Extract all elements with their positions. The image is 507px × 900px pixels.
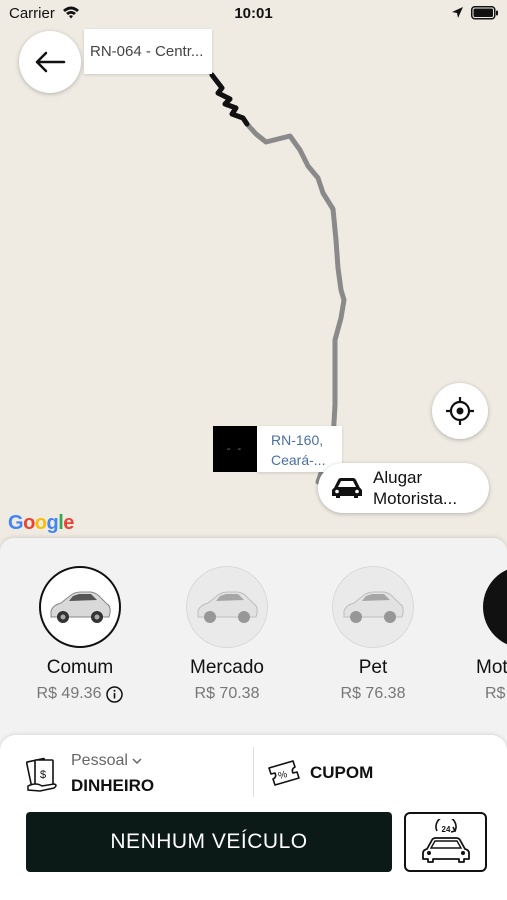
destination-label: RN-160, Ceará-... xyxy=(257,426,342,472)
scheduled-24h-button[interactable]: 24 xyxy=(404,812,487,872)
car-icon xyxy=(50,591,111,623)
chevron-down-icon xyxy=(132,758,142,765)
h24-text: 24 xyxy=(441,825,450,834)
category-name: Mot xyxy=(476,657,507,678)
category-price: R$ 70.38 xyxy=(194,685,260,702)
cash-icon: $ xyxy=(26,757,57,792)
category-price-value: R$ 49.36 xyxy=(36,685,102,702)
category-mercado[interactable]: Mercado R$ 70.38 xyxy=(152,566,302,703)
category-price: R$ 76.38 xyxy=(340,685,406,702)
category-moto[interactable]: Mot R$ xyxy=(443,566,507,703)
coupon-label: CUPOM xyxy=(310,763,374,782)
destination-marker: - - xyxy=(213,426,257,472)
category-image xyxy=(483,566,507,648)
back-button[interactable] xyxy=(19,31,81,93)
category-price: R$ 49.36 xyxy=(5,685,155,703)
payment-type-label: Pessoal xyxy=(71,752,142,770)
rent-driver-line2: Motorista... xyxy=(373,489,458,508)
car-icon xyxy=(332,478,362,498)
svg-text:%: % xyxy=(277,769,289,782)
category-name: Pet xyxy=(358,657,388,678)
location-arrow-icon xyxy=(452,7,463,18)
category-name: Mercado xyxy=(190,657,264,678)
status-bar: Carrier 10:01 xyxy=(0,0,507,28)
category-pet[interactable]: Pet R$ 76.38 xyxy=(298,566,448,703)
payment-type-text: Pessoal xyxy=(71,752,128,769)
crosshair-icon xyxy=(446,397,474,425)
arrow-left-icon xyxy=(35,51,66,73)
rent-driver-button[interactable]: Alugar Motorista... xyxy=(318,463,489,513)
google-logo: Google xyxy=(8,512,74,534)
info-icon[interactable] xyxy=(106,685,124,703)
coupon-icon: % xyxy=(268,760,300,786)
car-icon xyxy=(343,591,404,623)
rent-driver-line1: Alugar xyxy=(373,468,423,487)
payment-selector[interactable]: $ Pessoal DINHEIRO xyxy=(26,752,246,800)
category-image xyxy=(332,566,414,648)
divider xyxy=(253,747,254,797)
origin-label: RN-064 - Centr... xyxy=(84,29,212,74)
category-comum[interactable]: Comum R$ 49.36 xyxy=(5,566,155,703)
bottom-action-card: $ Pessoal DINHEIRO % CUPOM NENHUM VEÍCUL… xyxy=(0,735,507,900)
category-image xyxy=(39,566,121,648)
request-ride-button[interactable]: NENHUM VEÍCULO xyxy=(26,812,392,872)
svg-text:$: $ xyxy=(40,769,46,781)
my-location-button[interactable] xyxy=(432,383,488,439)
category-name: Comum xyxy=(46,657,114,678)
car-icon xyxy=(197,591,258,623)
battery-icon xyxy=(471,6,498,20)
payment-method-value: DINHEIRO xyxy=(71,776,155,795)
car-24h-icon: 24 xyxy=(421,819,470,863)
destination-label-line1: RN-160, xyxy=(271,432,324,448)
category-image xyxy=(186,566,268,648)
coupon-button[interactable]: % CUPOM xyxy=(266,755,373,791)
clock: 10:01 xyxy=(234,5,273,22)
map[interactable]: RN-064 - Centr... - - RN-160, Ceará-... … xyxy=(0,0,507,545)
category-price: R$ xyxy=(485,685,506,702)
